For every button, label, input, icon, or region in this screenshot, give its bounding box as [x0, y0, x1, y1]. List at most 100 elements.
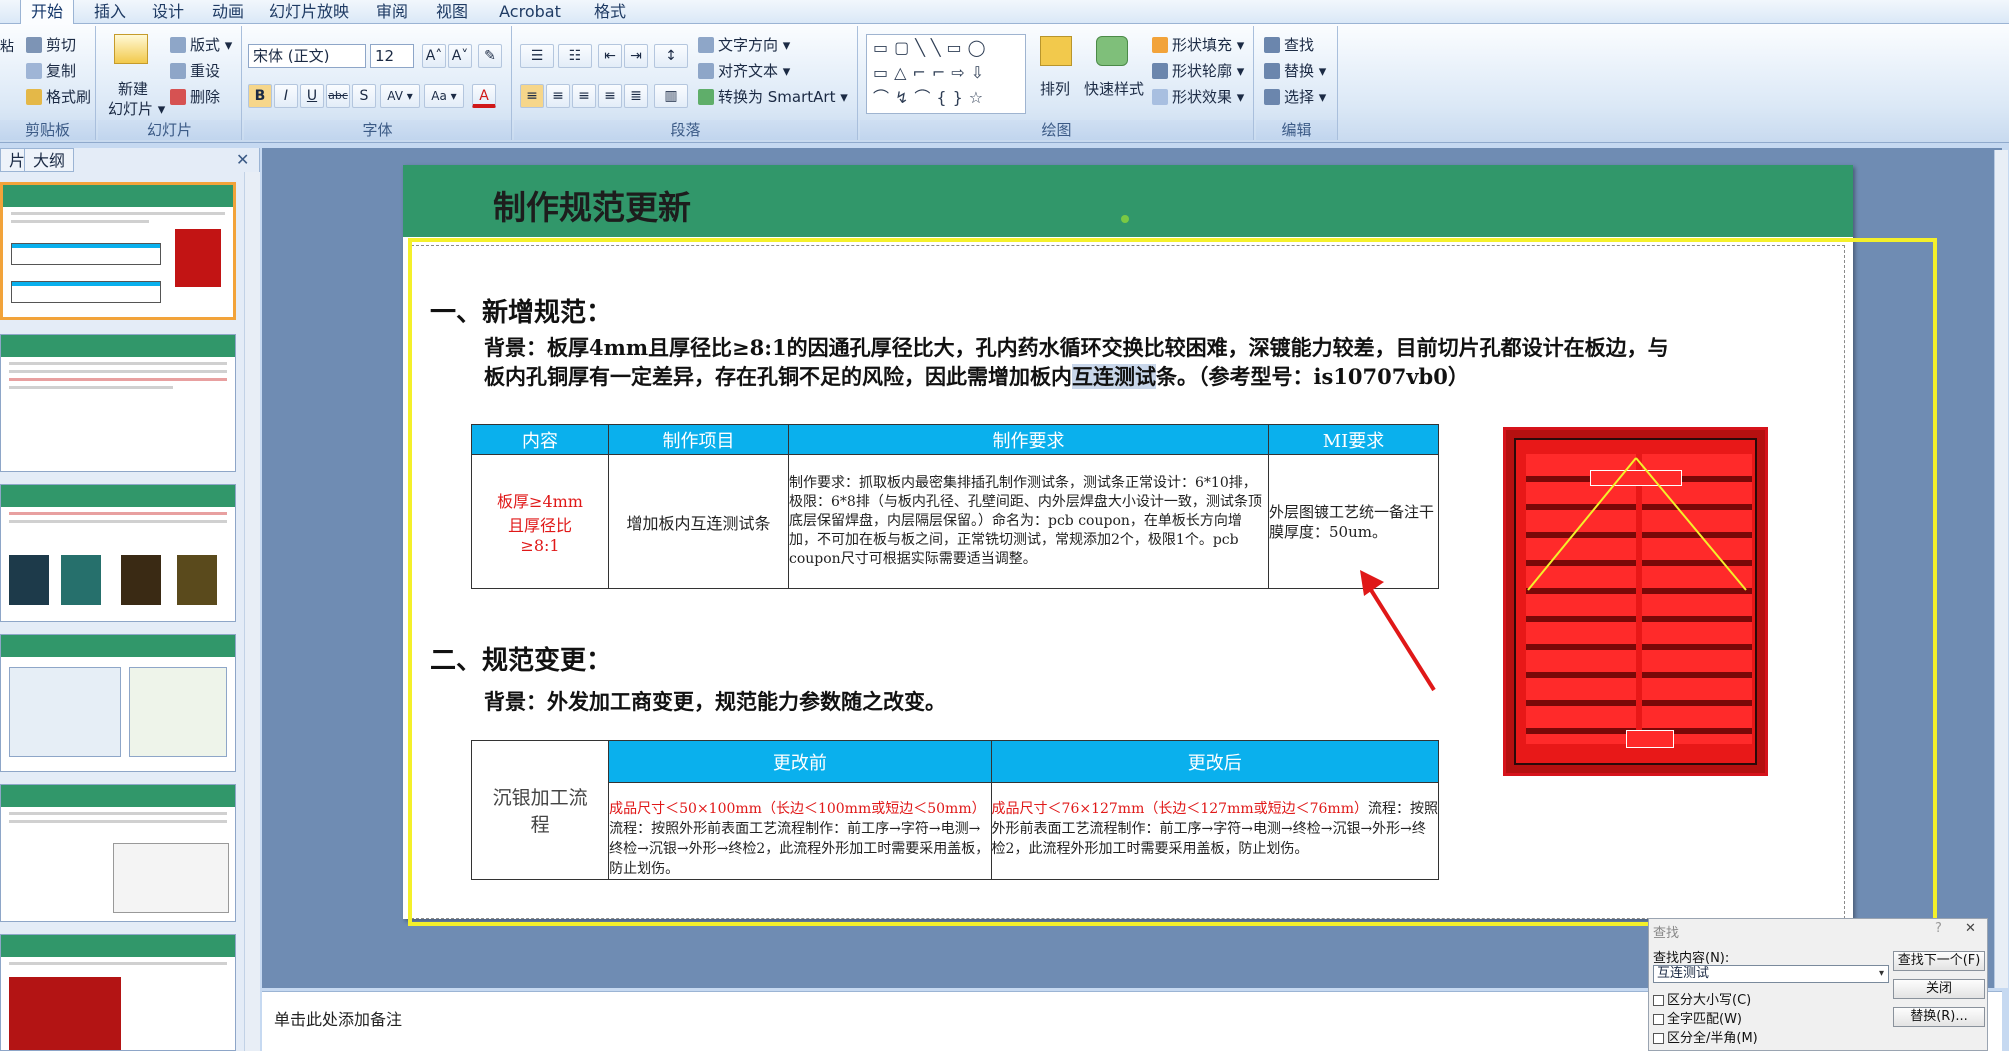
line-spacing-button[interactable]: ↕ [654, 44, 688, 68]
replace-button-dialog[interactable]: 替换(R)... [1893, 1007, 1985, 1027]
new-slide-button[interactable]: 新建 [118, 78, 148, 99]
cut-button[interactable]: 剪切 [26, 34, 76, 55]
slide-thumbnail-1[interactable] [0, 182, 236, 320]
font-group: 宋体 (正文) 12 A˄ A˅ ✎ B I U abc S AV ▾ Aa ▾… [244, 26, 512, 140]
cursor-icon [1264, 88, 1280, 105]
increase-indent-button[interactable]: ⇥ [624, 44, 648, 68]
table-cell-content[interactable]: 板厚≥4mm且厚径比≥8:1 [471, 454, 609, 589]
delete-slide-button[interactable]: 删除 [170, 86, 220, 107]
slide-thumbnail-5[interactable] [0, 784, 236, 922]
font-color-button[interactable]: A [472, 84, 496, 108]
clipboard-group: 粘 剪切 复制 格式刷 剪贴板 [0, 26, 96, 140]
rotation-handle[interactable] [1121, 215, 1129, 223]
close-dialog-icon[interactable]: ✕ [1965, 921, 1976, 936]
italic-button[interactable]: I [274, 84, 298, 108]
shape-fill-button[interactable]: 形状填充 ▾ [1152, 34, 1244, 55]
shape-effects-button[interactable]: 形状效果 ▾ [1152, 86, 1244, 107]
distributed-button[interactable]: ≣ [624, 84, 648, 108]
editor-scrollbar[interactable] [1994, 150, 2008, 988]
grow-font-button[interactable]: A˄ [422, 44, 446, 68]
background-paragraph-1[interactable]: 背景：板厚4mm且厚径比≥8:1的因通孔厚径比大，孔内药水循环交换比较困难，深镀… [484, 332, 1824, 362]
drawing-group-label: 绘图 [860, 120, 1253, 140]
slides-group-label: 幻灯片 [98, 120, 241, 140]
layout-button[interactable]: 版式 ▾ [170, 34, 232, 55]
copy-button[interactable]: 复制 [26, 60, 76, 81]
table-cell-after[interactable]: 成品尺寸＜76×127mm（长边＜127mm或短边＜76mm）流程：按照外形前表… [990, 782, 1440, 880]
section-heading-2[interactable]: 二、规范变更： [430, 640, 612, 677]
format-painter-button[interactable]: 格式刷 [26, 86, 91, 107]
slide-title[interactable]: 制作规范更新 [493, 181, 691, 229]
new-spec-table: 内容 制作项目 制作要求 MI要求 板厚≥4mm且厚径比≥8:1 增加板内互连测… [471, 424, 1439, 589]
new-slide-icon [114, 34, 148, 64]
tab-design[interactable]: 设计 [144, 0, 192, 24]
select-button[interactable]: 选择 ▾ [1264, 86, 1326, 107]
table-cell-process[interactable]: 沉银加工流程 [470, 740, 610, 880]
smartart-button[interactable]: 转换为 SmartArt ▾ [698, 86, 848, 107]
new-slide-dropdown[interactable]: 幻灯片 ▾ [108, 98, 165, 119]
font-name-select[interactable]: 宋体 (正文) [248, 44, 366, 68]
find-button[interactable]: 查找 [1264, 34, 1314, 55]
columns-button[interactable]: ▥ [654, 84, 688, 108]
table-cell-item[interactable]: 增加板内互连测试条 [608, 454, 789, 589]
reset-button[interactable]: 重设 [170, 60, 220, 81]
bold-button[interactable]: B [248, 84, 272, 108]
slide-thumbnail-6[interactable] [0, 934, 236, 1051]
background-paragraph-1-line2[interactable]: 板内孔铜厚有一定差异，存在孔铜不足的风险，因此需增加板内互连测试条。（参考型号：… [484, 361, 1469, 391]
match-case-checkbox[interactable]: 区分大小写(C) [1653, 989, 1751, 1008]
shapes-gallery[interactable]: ▭▢╲╲▭◯ ▭△⌐⌐⇨⇩ ⌒↯⌒{}☆ [866, 34, 1026, 114]
tab-insert[interactable]: 插入 [86, 0, 134, 24]
tab-acrobat[interactable]: Acrobat [490, 0, 570, 24]
change-case-button[interactable]: Aa ▾ [424, 84, 464, 108]
underline-button[interactable]: U [300, 84, 324, 108]
whole-word-checkbox[interactable]: 全字匹配(W) [1653, 1008, 1742, 1027]
slide-thumbnail-3[interactable] [0, 484, 236, 622]
bullets-button[interactable]: ☰ [520, 44, 554, 68]
slide-thumbnail-2[interactable] [0, 334, 236, 472]
tab-slideshow[interactable]: 幻灯片放映 [264, 0, 354, 24]
tab-format[interactable]: 格式 [586, 0, 634, 24]
strikethrough-button[interactable]: abc [326, 84, 350, 108]
scissors-icon [26, 36, 42, 53]
char-spacing-button[interactable]: AV ▾ [380, 84, 420, 108]
justify-button[interactable]: ≡ [598, 84, 622, 108]
slide-thumbnail-4[interactable] [0, 634, 236, 772]
tab-home[interactable]: 开始 [20, 0, 74, 25]
shape-outline-button[interactable]: 形状轮廓 ▾ [1152, 60, 1244, 81]
paint-bucket-icon [1152, 36, 1168, 53]
tab-animation[interactable]: 动画 [204, 0, 252, 24]
effects-icon [1152, 88, 1168, 105]
font-size-select[interactable]: 12 [370, 44, 414, 68]
find-what-input[interactable]: 互连测试 [1653, 965, 1889, 983]
table-cell-requirement[interactable]: 制作要求：抓取板内最密集排插孔制作测试条，测试条正常设计：6*10排，极限：6*… [788, 454, 1269, 589]
quick-style-button[interactable]: 快速样式 [1084, 78, 1144, 99]
thumbnail-scrollbar[interactable] [244, 172, 260, 1051]
align-text-button[interactable]: 对齐文本 ▾ [698, 60, 790, 81]
arrange-button[interactable]: 排列 [1040, 78, 1070, 99]
full-half-width-checkbox[interactable]: 区分全/半角(M) [1653, 1027, 1758, 1046]
table-header-requirement: 制作要求 [788, 424, 1269, 455]
text-direction-button[interactable]: 文字方向 ▾ [698, 34, 790, 55]
chevron-down-icon[interactable]: ▾ [1875, 966, 1888, 982]
align-right-button[interactable]: ≡ [572, 84, 596, 108]
align-center-button[interactable]: ≡ [546, 84, 570, 108]
tab-outline[interactable]: 大纲 [24, 148, 75, 172]
close-button[interactable]: 关闭 [1893, 979, 1985, 999]
shrink-font-button[interactable]: A˅ [448, 44, 472, 68]
align-left-button[interactable]: ≡ [520, 84, 544, 108]
paste-button[interactable]: 粘 [0, 36, 14, 56]
clear-format-button[interactable]: ✎ [478, 44, 502, 68]
close-pane-icon[interactable]: ✕ [236, 150, 249, 169]
background-paragraph-2[interactable]: 背景：外发加工商变更，规范能力参数随之改变。 [484, 686, 946, 716]
decrease-indent-button[interactable]: ⇤ [598, 44, 622, 68]
find-next-button[interactable]: 查找下一个(F) [1893, 951, 1985, 971]
table-cell-before[interactable]: 成品尺寸＜50×100mm（长边＜100mm或短边＜50mm）流程：按照外形前表… [608, 782, 992, 880]
align-text-icon [698, 62, 714, 79]
shadow-button[interactable]: S [352, 84, 376, 108]
section-heading-1[interactable]: 一、新增规范： [430, 292, 612, 329]
tab-view[interactable]: 视图 [428, 0, 476, 24]
font-group-label: 字体 [244, 120, 511, 140]
replace-button[interactable]: 替换 ▾ [1264, 60, 1326, 81]
tab-review[interactable]: 审阅 [368, 0, 416, 24]
help-icon[interactable]: ? [1935, 921, 1942, 936]
numbering-button[interactable]: ☷ [558, 44, 592, 68]
